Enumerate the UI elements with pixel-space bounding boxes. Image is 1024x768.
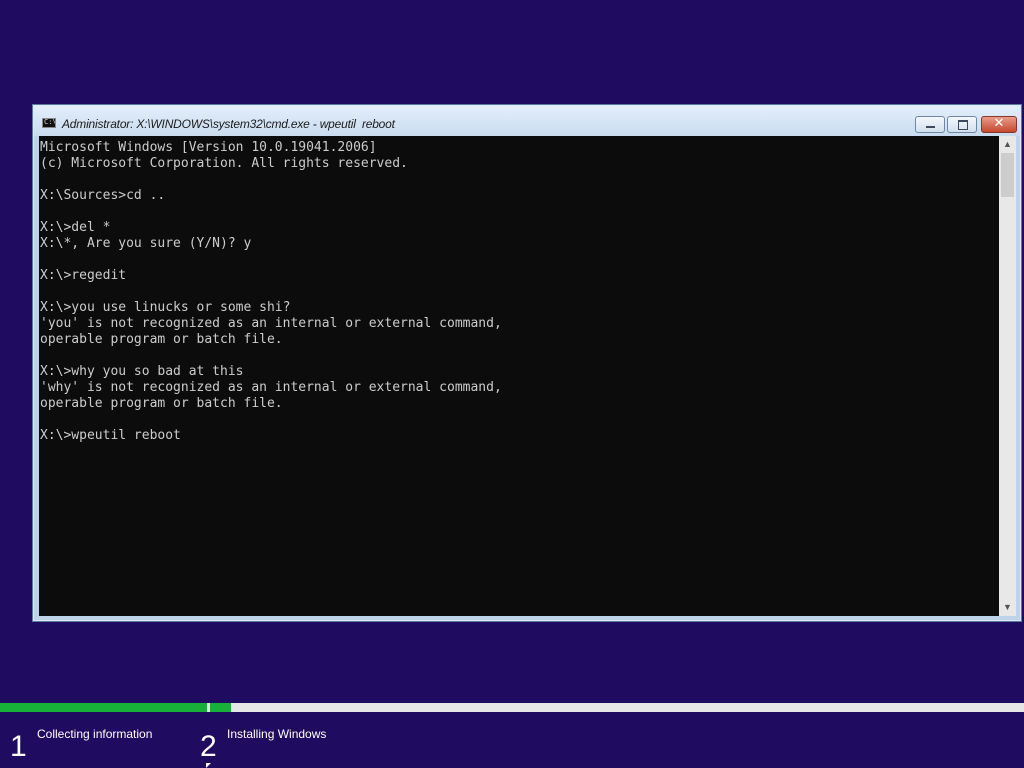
console-line: operable program or batch file. (40, 332, 283, 347)
step-1-label: Collecting information (37, 727, 153, 741)
console-line: 'why' is not recognized as an internal o… (40, 380, 502, 395)
progress-step-1-fill (0, 703, 207, 712)
step-2-number: 2 (200, 730, 217, 763)
console-line: X:\>why you so bad at this (40, 364, 244, 379)
console-line: X:\>regedit (40, 268, 127, 283)
scroll-thumb[interactable] (1001, 153, 1014, 197)
console-text: Microsoft Windows [Version 10.0.19041.20… (39, 136, 999, 444)
scroll-down-icon[interactable]: ▼ (999, 599, 1016, 616)
console-line: (c) Microsoft Corporation. All rights re… (40, 156, 408, 171)
console-line: X:\Sources>cd .. (40, 188, 166, 203)
console-line: X:\>you use linucks or some shi? (40, 300, 291, 315)
minimize-icon (926, 126, 935, 128)
cmd-window[interactable]: C:\ Administrator: X:\WINDOWS\system32\c… (32, 104, 1022, 622)
maximize-button[interactable] (947, 116, 977, 133)
window-title: Administrator: X:\WINDOWS\system32\cmd.e… (62, 117, 395, 131)
cmd-icon: C:\ (42, 118, 56, 128)
maximize-icon (958, 120, 968, 130)
console-line: X:\>wpeutil reboot (40, 428, 181, 443)
console-output[interactable]: Microsoft Windows [Version 10.0.19041.20… (39, 136, 999, 616)
close-icon: ✕ (993, 116, 1005, 131)
console-line: X:\>del * (40, 220, 111, 235)
close-button[interactable]: ✕ (981, 116, 1017, 133)
console-line: 'you' is not recognized as an internal o… (40, 316, 502, 331)
console-line: operable program or batch file. (40, 396, 283, 411)
minimize-button[interactable] (915, 116, 945, 133)
step-1-number: 1 (10, 730, 27, 763)
console-line: X:\*, Are you sure (Y/N)? y (40, 236, 252, 251)
title-bar[interactable]: C:\ Administrator: X:\WINDOWS\system32\c… (34, 106, 1020, 136)
setup-background: C:\ Administrator: X:\WINDOWS\system32\c… (0, 0, 1024, 768)
mouse-cursor-icon (206, 763, 216, 768)
scroll-up-icon[interactable]: ▲ (999, 136, 1016, 153)
vertical-scrollbar[interactable]: ▲ ▼ (999, 136, 1016, 616)
progress-step-2-fill (210, 703, 231, 712)
setup-progress-bar (0, 703, 1024, 712)
step-2-label: Installing Windows (227, 727, 327, 741)
console-line: Microsoft Windows [Version 10.0.19041.20… (40, 140, 377, 155)
